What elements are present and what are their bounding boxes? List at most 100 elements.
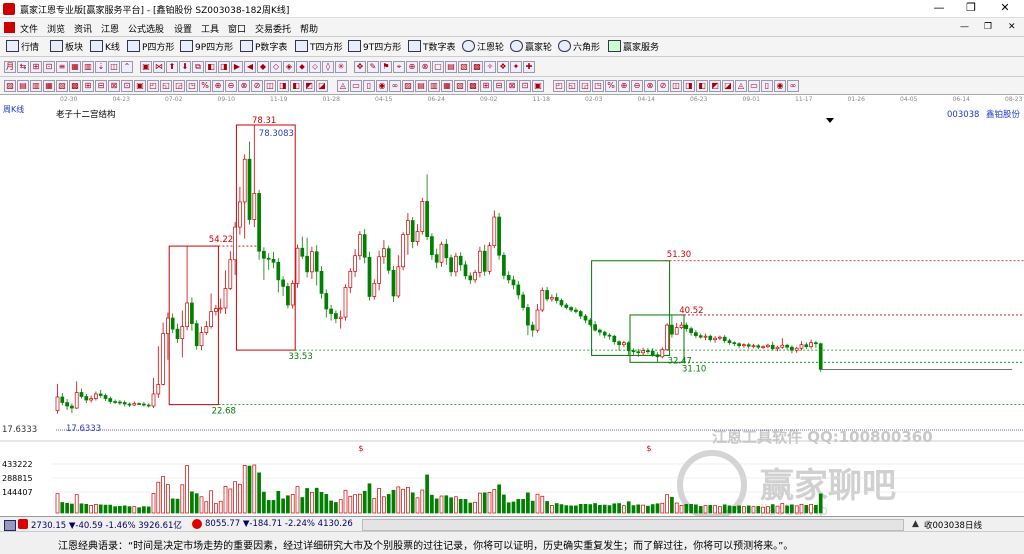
indicator-tool-43-icon[interactable]: ◱ (566, 80, 578, 92)
indicator-tool-46-icon[interactable]: % (605, 80, 617, 92)
indicator-tool-6-icon[interactable]: ▩ (69, 80, 81, 92)
menu-window[interactable]: 窗口 (228, 22, 246, 35)
drawing-tool-38-icon[interactable]: ❖ (497, 61, 509, 73)
indicator-tool-25-icon[interactable]: ◪ (316, 80, 328, 92)
drawing-tool-5-icon[interactable]: ≡ (56, 61, 68, 73)
drawing-tool-24-icon[interactable]: ⬦ (309, 61, 321, 73)
drawing-tool-40-icon[interactable]: ✚ (523, 61, 535, 73)
drawing-tool-23-icon[interactable]: ⬥ (296, 61, 308, 73)
indicator-tool-12-icon[interactable]: ◰ (147, 80, 159, 92)
drawing-tool-35-icon[interactable]: ▧ (458, 61, 470, 73)
indicator-tool-47-icon[interactable]: ⊕ (618, 80, 630, 92)
drawing-tool-33-icon[interactable]: ▢ (432, 61, 444, 73)
indicator-tool-52-icon[interactable]: ◨ (683, 80, 695, 92)
indicator-tool-14-icon[interactable]: ◲ (173, 80, 185, 92)
indicator-tool-5-icon[interactable]: ▧ (56, 80, 68, 92)
drawing-tool-31-icon[interactable]: ⊕ (406, 61, 418, 73)
indicator-tool-23-icon[interactable]: ◧ (290, 80, 302, 92)
drawing-tool-25-icon[interactable]: ◊ (322, 61, 334, 73)
indicator-tool-34-icon[interactable]: ▦ (441, 80, 453, 92)
indicator-tool-26-icon[interactable]: ◬ (337, 80, 349, 92)
menu-file[interactable]: 文件 (20, 22, 38, 35)
indicator-tool-58-icon[interactable]: ▯ (761, 80, 773, 92)
drawing-tool-14-icon[interactable]: ⬇ (179, 61, 191, 73)
minimize-button[interactable]: — (924, 0, 954, 18)
indicator-tool-31-icon[interactable]: ▨ (402, 80, 414, 92)
indicator-tool-17-icon[interactable]: ⊕ (212, 80, 224, 92)
indicator-tool-33-icon[interactable]: ▥ (428, 80, 440, 92)
drawing-tool-1-icon[interactable]: 月 (4, 61, 16, 73)
indicator-tool-24-icon[interactable]: ◩ (303, 80, 315, 92)
drawing-tool-7-icon[interactable]: ▥ (82, 61, 94, 73)
drawing-tool-36-icon[interactable]: ▩ (471, 61, 483, 73)
indicator-tool-56-icon[interactable]: ◬ (735, 80, 747, 92)
toolbar-p-table[interactable]: P数字表 (240, 40, 287, 54)
drawing-tool-16-icon[interactable]: ◧ (205, 61, 217, 73)
toolbar-9t-square[interactable]: 9T四方形 (348, 40, 401, 54)
indicator-tool-1-icon[interactable]: ▨ (4, 80, 16, 92)
drawing-tool-37-icon[interactable]: ✧ (484, 61, 496, 73)
indicator-tool-53-icon[interactable]: ◧ (696, 80, 708, 92)
indicator-tool-21-icon[interactable]: ◫ (264, 80, 276, 92)
indicator-tool-19-icon[interactable]: ⊗ (238, 80, 250, 92)
drawing-tool-3-icon[interactable]: ⊞ (30, 61, 42, 73)
indicator-tool-8-icon[interactable]: ⊟ (95, 80, 107, 92)
toolbar-t-table[interactable]: T数字表 (408, 40, 456, 54)
drawing-tool-12-icon[interactable]: ⋈ (153, 61, 165, 73)
indicator-tool-54-icon[interactable]: ◩ (709, 80, 721, 92)
drawing-tool-30-icon[interactable]: ⌖ (393, 61, 405, 73)
indicator-tool-44-icon[interactable]: ◲ (579, 80, 591, 92)
toolbar-sector[interactable]: 板块 (50, 40, 83, 54)
menu-trade[interactable]: 交易委托 (255, 22, 291, 35)
indicator-tool-22-icon[interactable]: ◨ (277, 80, 289, 92)
indicator-tool-48-icon[interactable]: ⊖ (631, 80, 643, 92)
indicator-tool-30-icon[interactable]: ∞ (389, 80, 401, 92)
drawing-tool-2-icon[interactable]: ⇆ (17, 61, 29, 73)
toolbar-9p-square[interactable]: 9P四方形 (180, 40, 233, 54)
indicator-tool-45-icon[interactable]: ◳ (592, 80, 604, 92)
indicator-tool-7-icon[interactable]: ⊞ (82, 80, 94, 92)
drawing-tool-21-icon[interactable]: ◇ (270, 61, 282, 73)
maximize-button[interactable]: ❐ (956, 0, 986, 18)
indicator-tool-29-icon[interactable]: ◉ (376, 80, 388, 92)
indicator-tool-37-icon[interactable]: ⊞ (480, 80, 492, 92)
toolbar-gann-wheel[interactable]: 江恩轮 (462, 40, 504, 54)
indicator-tool-51-icon[interactable]: ◫ (670, 80, 682, 92)
drawing-tool-13-icon[interactable]: ⬆ (166, 61, 178, 73)
menu-gann[interactable]: 江恩 (101, 22, 119, 35)
menu-formula[interactable]: 公式选股 (128, 22, 164, 35)
indicator-tool-35-icon[interactable]: ▧ (454, 80, 466, 92)
drawing-tool-4-icon[interactable]: ⊡ (43, 61, 55, 73)
toolbar-t-square[interactable]: T四方形 (295, 40, 343, 54)
indicator-tool-40-icon[interactable]: ⊡ (519, 80, 531, 92)
menu-tools[interactable]: 工具 (201, 22, 219, 35)
indicator-tool-39-icon[interactable]: ⊠ (506, 80, 518, 92)
drawing-tool-19-icon[interactable]: ◀ (244, 61, 256, 73)
toolbar-kline[interactable]: K线 (90, 40, 120, 54)
toolbar-p-square[interactable]: P四方形 (127, 40, 174, 54)
drawing-tool-11-icon[interactable]: ▣ (140, 61, 152, 73)
status-scroll-track[interactable] (362, 519, 904, 531)
indicator-tool-60-icon[interactable]: ∞ (787, 80, 799, 92)
drawing-tool-27-icon[interactable]: ✥ (354, 61, 366, 73)
indicator-tool-10-icon[interactable]: ⊡ (121, 80, 133, 92)
mdi-minimize-button[interactable]: — (960, 22, 969, 32)
indicator-tool-20-icon[interactable]: ⊘ (251, 80, 263, 92)
menu-settings[interactable]: 设置 (174, 22, 192, 35)
drawing-tool-29-icon[interactable]: ⚑ (380, 61, 392, 73)
drawing-tool-9-icon[interactable]: ◫ (108, 61, 120, 73)
indicator-tool-3-icon[interactable]: ▥ (30, 80, 42, 92)
indicator-tool-2-icon[interactable]: ▤ (17, 80, 29, 92)
toolbar-winner-service[interactable]: 赢家服务 (608, 40, 659, 54)
menu-help[interactable]: 帮助 (300, 22, 318, 35)
weekly-kline-chart[interactable]: 江恩工具软件 QQ:100800360 赢家聊吧 jiaoba.vip 4332… (0, 105, 1024, 516)
indicator-tool-42-icon[interactable]: ◰ (553, 80, 565, 92)
drawing-tool-34-icon[interactable]: ▤ (445, 61, 457, 73)
mdi-close-button[interactable]: ✕ (1008, 22, 1016, 32)
indicator-tool-36-icon[interactable]: ▩ (467, 80, 479, 92)
indicator-tool-4-icon[interactable]: ▦ (43, 80, 55, 92)
drawing-tool-18-icon[interactable]: ▶ (231, 61, 243, 73)
menu-info[interactable]: 资讯 (74, 22, 92, 35)
indicator-tool-16-icon[interactable]: % (199, 80, 211, 92)
toolbar-quote[interactable]: 行情 (6, 40, 39, 54)
